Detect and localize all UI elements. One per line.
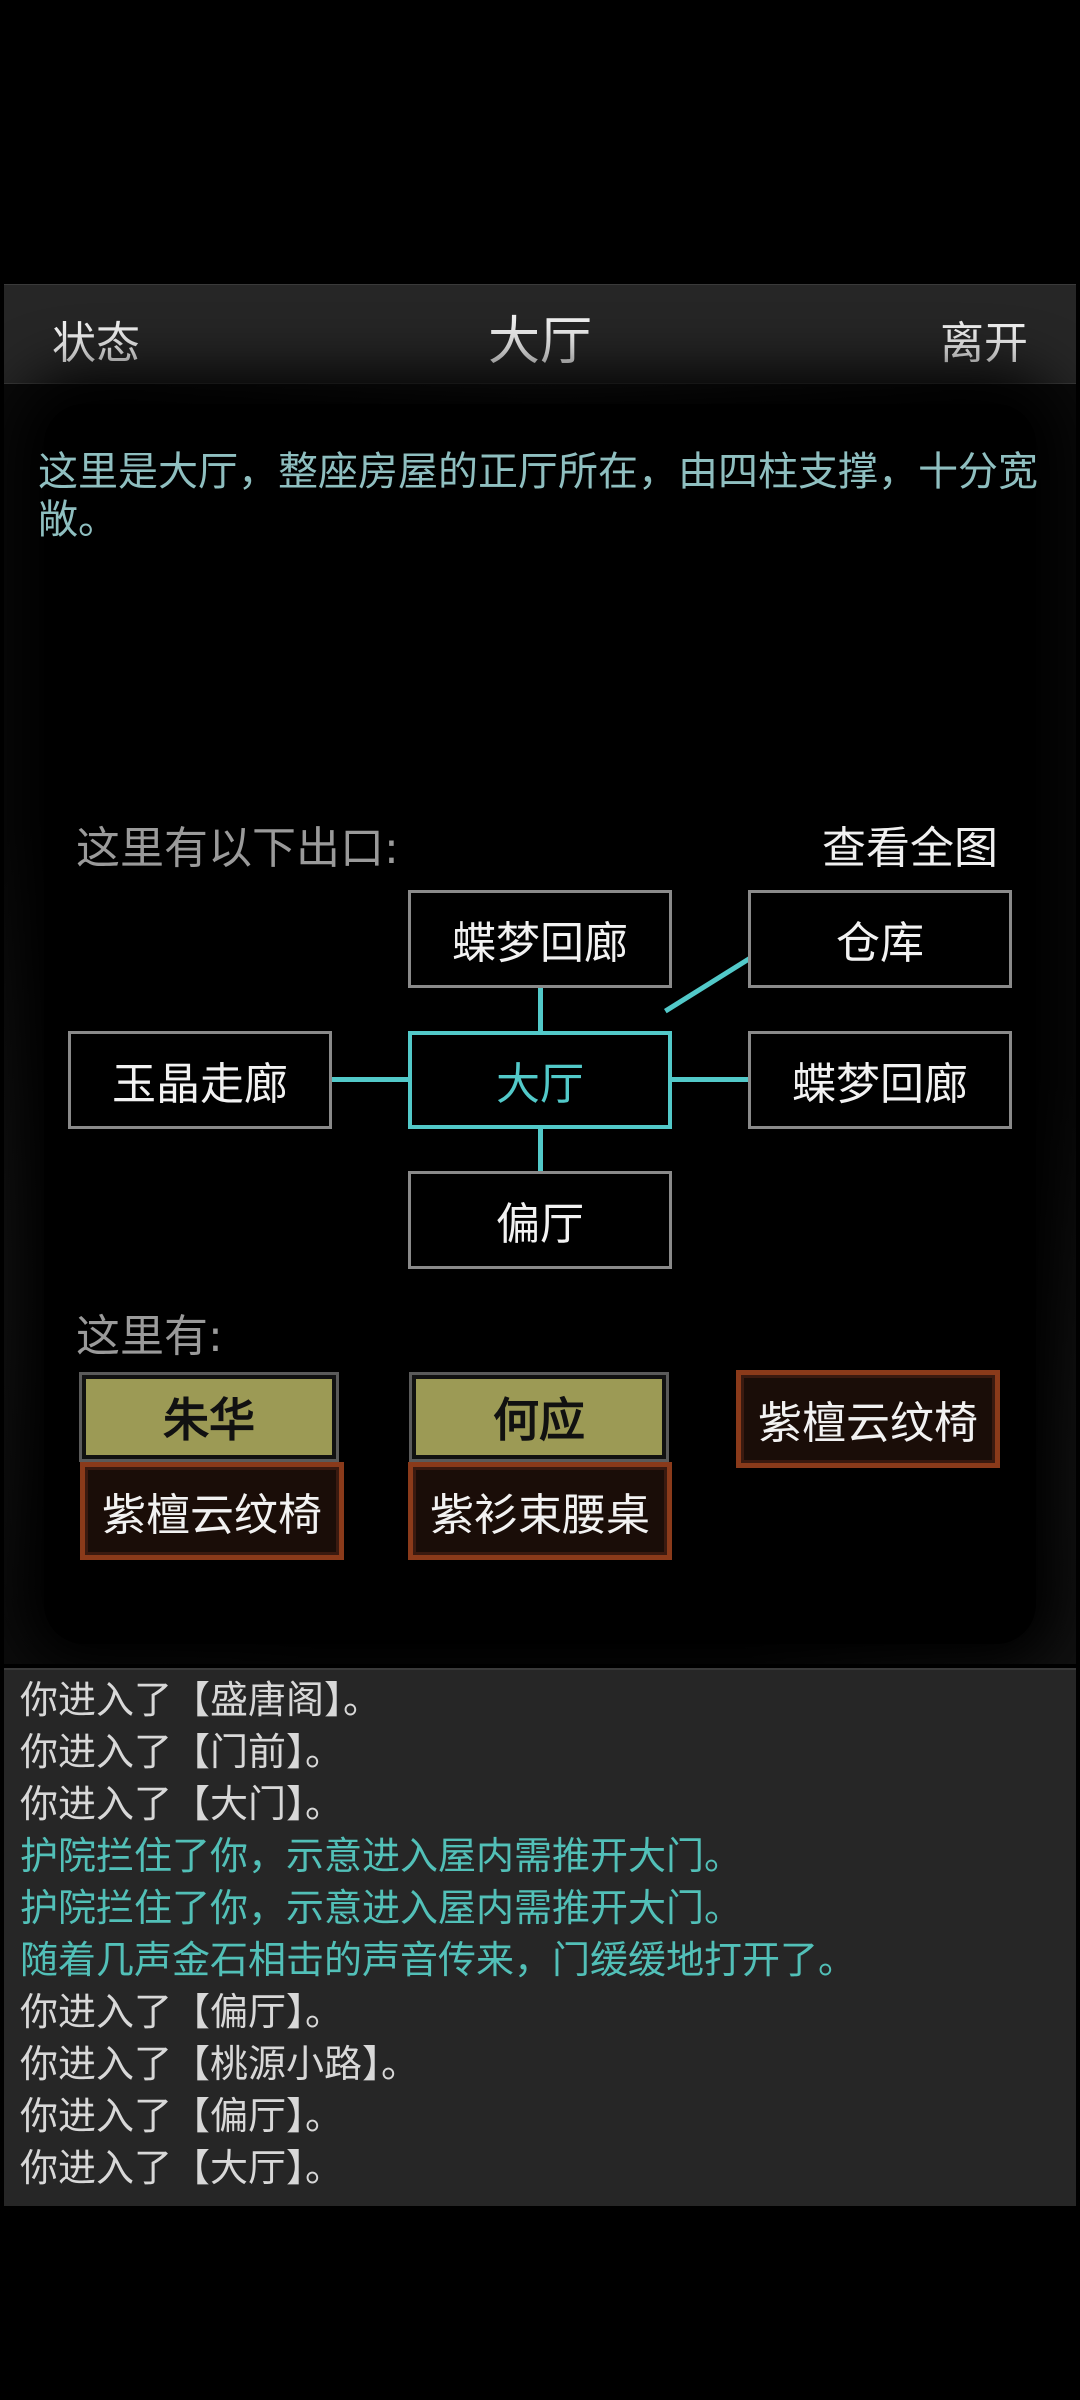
log-line: 你进入了【大门】。 (20, 1782, 344, 1826)
exit-west[interactable]: 玉晶走廊 (68, 1031, 332, 1129)
log-line: 你进入了【偏厅】。 (20, 2094, 344, 2138)
log-line: 你进入了【偏厅】。 (20, 1990, 344, 2034)
npc-card[interactable]: 何应 (409, 1372, 669, 1462)
furniture-item[interactable]: 紫檀云纹椅 (736, 1370, 1000, 1468)
connector-west (330, 1077, 410, 1082)
leave-button[interactable]: 离开 (940, 307, 1028, 371)
log-line: 随着几声金石相击的声音传来，门缓缓地打开了。 (20, 1938, 857, 1982)
connector-south (538, 1126, 543, 1172)
npc-card[interactable]: 朱华 (79, 1372, 339, 1462)
log-line: 护院拦住了你，示意进入屋内需推开大门。 (20, 1886, 743, 1930)
exit-east[interactable]: 蝶梦回廊 (748, 1031, 1012, 1129)
current-room: 大厅 (408, 1031, 672, 1129)
log-line: 你进入了【桃源小路】。 (20, 2042, 420, 2086)
log-line: 你进入了【大厅】。 (20, 2146, 344, 2190)
log-line: 护院拦住了你，示意进入屋内需推开大门。 (20, 1834, 743, 1878)
npc-seat[interactable]: 紫衫束腰桌 (408, 1462, 672, 1560)
connector-east (670, 1077, 750, 1082)
exit-south[interactable]: 偏厅 (408, 1171, 672, 1269)
exits-heading: 这里有以下出口: (76, 823, 399, 874)
connector-north (538, 986, 543, 1034)
npc-seat[interactable]: 紫檀云纹椅 (80, 1462, 344, 1560)
view-map-button[interactable]: 查看全图 (822, 812, 998, 876)
log-line: 你进入了【盛唐阁】。 (20, 1678, 382, 1722)
message-log: 你进入了【盛唐阁】。 你进入了【门前】。 你进入了【大门】。 护院拦住了你，示意… (4, 1668, 1076, 2206)
log-line: 你进入了【门前】。 (20, 1730, 344, 1774)
exit-northeast[interactable]: 仓库 (748, 890, 1012, 988)
exit-north[interactable]: 蝶梦回廊 (408, 890, 672, 988)
room-title: 大厅 (487, 312, 592, 372)
present-heading: 这里有: (76, 1311, 223, 1362)
top-bar: 状态 大厅 离开 (4, 284, 1076, 384)
room-description: 这里是大厅，整座房屋的正厅所在，由四柱支撑，十分宽敞。 (38, 449, 1038, 543)
